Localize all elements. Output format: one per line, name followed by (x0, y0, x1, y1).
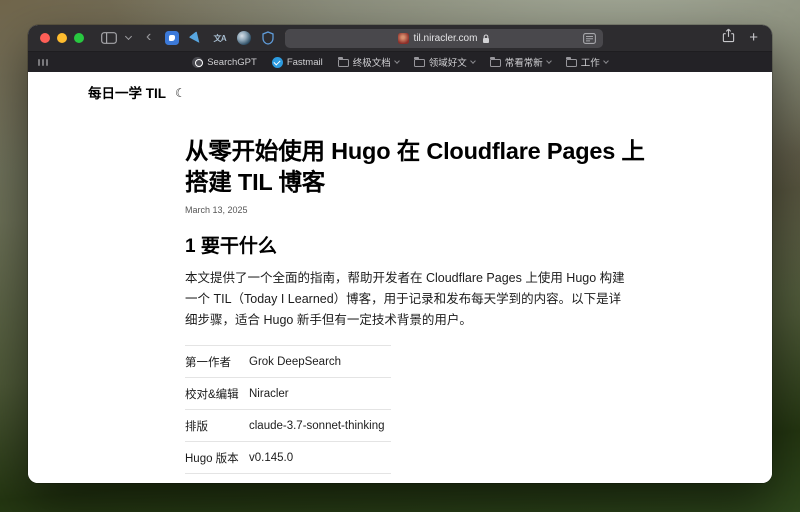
chevron-down-icon (603, 58, 609, 64)
extension-globe-icon[interactable] (236, 31, 251, 46)
article: 从零开始使用 Hugo 在 Cloudflare Pages 上搭建 TIL 博… (185, 72, 627, 483)
bookmark-searchgpt[interactable]: SearchGPT (192, 57, 257, 68)
extension-shield-icon[interactable] (260, 31, 275, 46)
lock-icon (482, 34, 490, 44)
address-url: til.niracler.com (414, 33, 478, 44)
reader-view-icon[interactable] (583, 33, 596, 47)
bookmark-folder-work[interactable]: 工作 (566, 55, 608, 69)
bookmark-fastmail[interactable]: Fastmail (272, 57, 323, 68)
chevron-down-icon (546, 58, 552, 64)
folder-icon (414, 59, 425, 67)
back-button[interactable]: ‹ (146, 29, 151, 45)
extension-translate-icon[interactable]: 文A (212, 31, 227, 46)
new-tab-button[interactable]: + (749, 30, 758, 45)
sidebar-toggle-icon[interactable] (101, 32, 117, 44)
close-button[interactable] (40, 33, 50, 43)
extension-pin-icon[interactable] (188, 31, 203, 46)
site-favicon (398, 33, 409, 44)
article-date: March 13, 2025 (185, 205, 627, 215)
bookmark-folder-docs[interactable]: 终极文档 (338, 55, 399, 69)
metadata-table: 第一作者 Grok DeepSearch 校对&编辑 Niracler 排版 c… (185, 345, 391, 474)
minimize-button[interactable] (57, 33, 67, 43)
fastmail-icon (272, 57, 283, 68)
article-title: 从零开始使用 Hugo 在 Cloudflare Pages 上搭建 TIL 博… (185, 136, 647, 198)
folder-icon (338, 59, 349, 67)
toolbar-right-group: + (722, 28, 760, 48)
table-row: 校对&编辑 Niracler (185, 377, 391, 409)
section-heading: 1 要干什么 (185, 231, 627, 258)
address-bar[interactable]: til.niracler.com (285, 29, 603, 48)
table-row: 第一作者 Grok DeepSearch (185, 345, 391, 377)
safari-window: ‹ 文A til.niracler.com + (28, 25, 772, 483)
favorites-bar: SearchGPT Fastmail 终极文档 领域好文 (28, 52, 772, 72)
chevron-down-icon (394, 58, 400, 64)
table-row: Hugo 版本 v0.145.0 (185, 441, 391, 474)
browser-toolbar: ‹ 文A til.niracler.com + (28, 25, 772, 52)
folder-icon (566, 59, 577, 67)
tab-group-chevron-icon[interactable] (125, 33, 132, 40)
site-header: 每日一学 TIL ☾ (88, 82, 186, 102)
zoom-button[interactable] (74, 33, 84, 43)
favorites-items: SearchGPT Fastmail 终极文档 领域好文 (28, 55, 772, 69)
bookmark-folder-articles[interactable]: 领域好文 (414, 55, 475, 69)
folder-icon (490, 59, 501, 67)
chevron-down-icon (470, 58, 476, 64)
web-page: 每日一学 TIL ☾ 从零开始使用 Hugo 在 Cloudflare Page… (28, 72, 772, 483)
site-title-link[interactable]: 每日一学 TIL (88, 82, 166, 102)
table-row: 排版 claude-3.7-sonnet-thinking (185, 409, 391, 441)
desktop-background: ‹ 文A til.niracler.com + (0, 0, 800, 512)
intro-paragraph: 本文提供了一个全面的指南，帮助开发者在 Cloudflare Pages 上使用… (185, 268, 627, 331)
searchgpt-icon (192, 57, 203, 68)
window-controls (40, 33, 84, 43)
bookmark-folder-evergreen[interactable]: 常看常新 (490, 55, 551, 69)
share-icon[interactable] (722, 28, 735, 48)
extension-bookmark-icon[interactable] (164, 31, 179, 46)
